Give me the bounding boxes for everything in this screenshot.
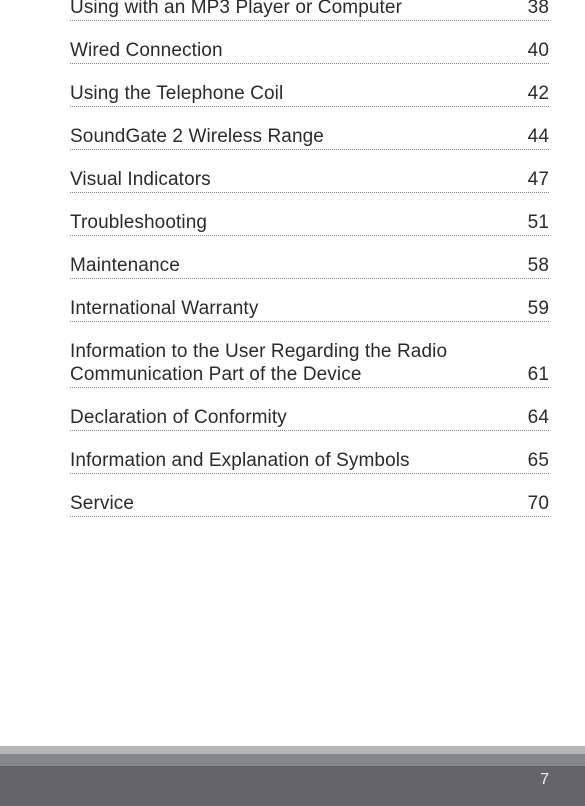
toc-entry-page: 64 — [527, 407, 549, 428]
toc-entry-title: Information and Explanation of Symbols — [70, 450, 410, 471]
toc-entry[interactable]: Visual Indicators 47 — [70, 168, 549, 193]
toc-entry-page: 47 — [527, 169, 549, 190]
toc-entry[interactable]: SoundGate 2 Wireless Range 44 — [70, 125, 549, 150]
toc-entry[interactable]: Wired Connection 40 — [70, 39, 549, 64]
page-footer: 7 — [0, 746, 585, 806]
toc-entry-page: 59 — [527, 298, 549, 319]
toc-entry-title: Visual Indicators — [70, 169, 211, 190]
toc-entry-page: 44 — [527, 126, 549, 147]
toc-entry[interactable]: Information to the User Regarding the Ra… — [70, 340, 549, 388]
toc-entry[interactable]: Troubleshooting 51 — [70, 211, 549, 236]
toc-entry[interactable]: International Warranty 59 — [70, 297, 549, 322]
toc-entry-title: Using the Telephone Coil — [70, 83, 284, 104]
toc-entry-page: 58 — [527, 255, 549, 276]
toc-entry-title: Information to the User Regarding the Ra… — [70, 341, 448, 385]
toc-entry[interactable]: Declaration of Conformity 64 — [70, 406, 549, 431]
toc-entry-title: Using with an MP3 Player or Computer — [70, 0, 403, 18]
toc-entry-page: 61 — [527, 364, 549, 385]
footer-band-dark — [0, 766, 585, 806]
table-of-contents: Using with an MP3 Player or Computer 38 … — [70, 0, 549, 535]
footer-band-light — [0, 746, 585, 754]
page-number: 7 — [540, 771, 549, 788]
toc-entry-title: Troubleshooting — [70, 212, 208, 233]
toc-entry-page: 40 — [527, 40, 549, 61]
toc-entry-title: Service — [70, 493, 135, 514]
toc-entry-title: Declaration of Conformity — [70, 407, 287, 428]
toc-entry[interactable]: Maintenance 58 — [70, 254, 549, 279]
toc-entry-title: Maintenance — [70, 255, 180, 276]
toc-entry[interactable]: Service 70 — [70, 492, 549, 517]
toc-entry-title: Wired Connection — [70, 40, 223, 61]
toc-entry[interactable]: Using the Telephone Coil 42 — [70, 82, 549, 107]
toc-entry-page: 38 — [527, 0, 549, 18]
toc-entry[interactable]: Information and Explanation of Symbols 6… — [70, 449, 549, 474]
footer-band-mid — [0, 754, 585, 766]
toc-entry-title: SoundGate 2 Wireless Range — [70, 126, 324, 147]
toc-entry-page: 65 — [527, 450, 549, 471]
toc-entry-page: 42 — [527, 83, 549, 104]
toc-entry[interactable]: Using with an MP3 Player or Computer 38 — [70, 0, 549, 21]
toc-entry-page: 51 — [527, 212, 549, 233]
toc-entry-title: International Warranty — [70, 298, 259, 319]
toc-entry-page: 70 — [527, 493, 549, 514]
